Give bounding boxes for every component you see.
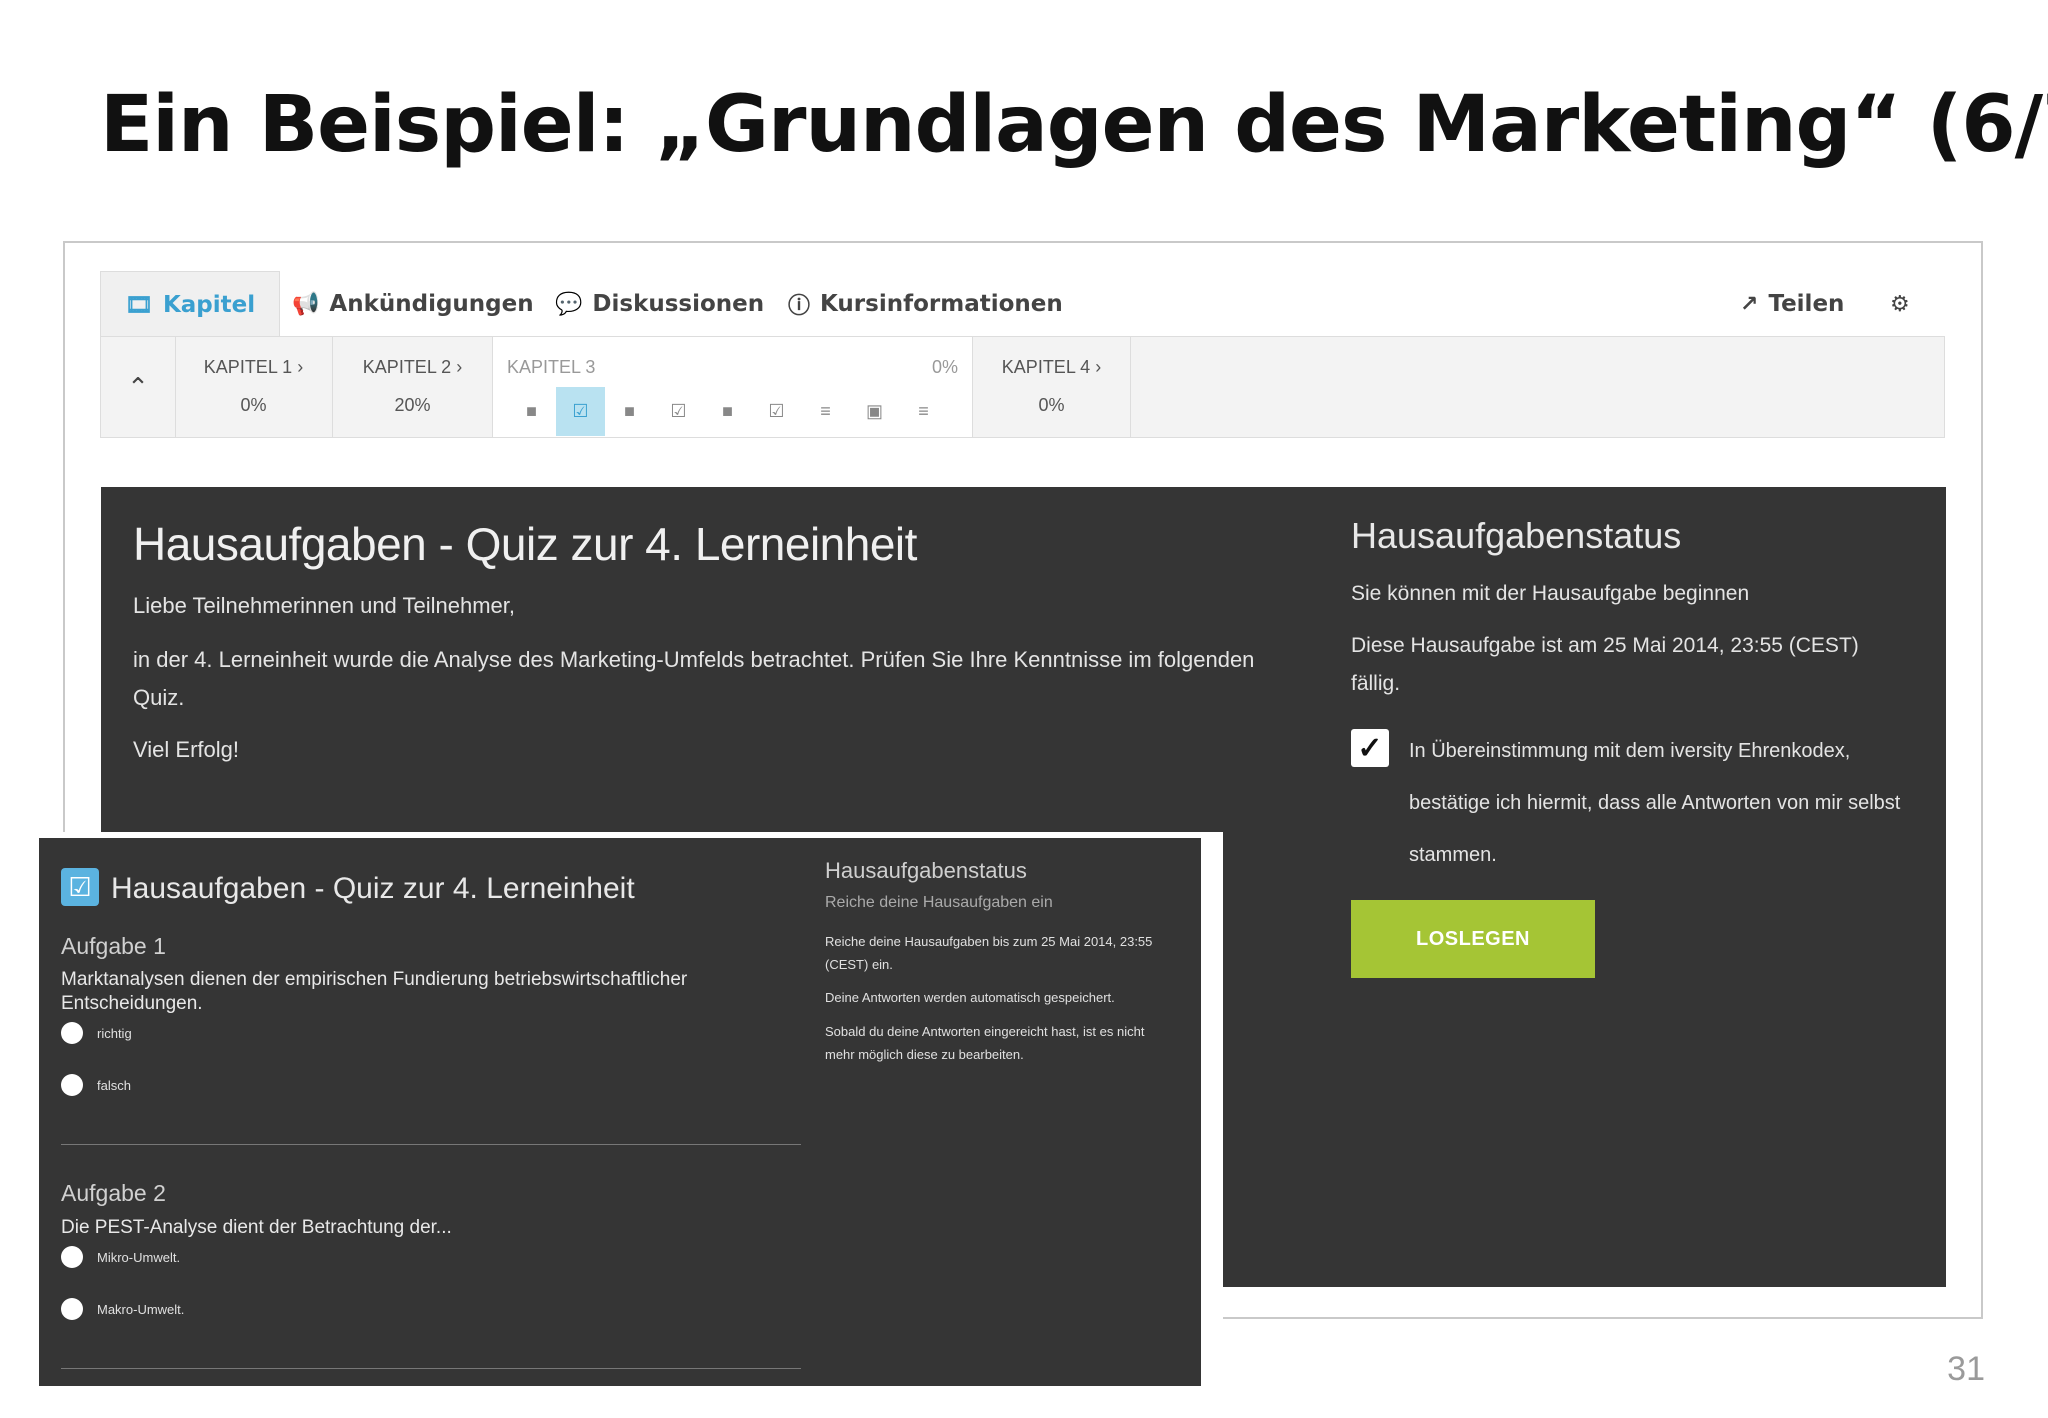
quiz-preview: ☑ Hausaufgaben - Quiz zur 4. Lerneinheit… xyxy=(39,838,1201,1386)
status-due-date: Diese Hausaufgabe ist am 25 Mai 2014, 23… xyxy=(1351,634,1859,695)
quiz-status-lock-note: Sobald du deine Antworten eingereicht ha… xyxy=(825,1024,1145,1062)
chapter-progress: 0% xyxy=(931,357,958,377)
chapter-2[interactable]: KAPITEL 2 › 20% xyxy=(333,337,493,437)
chapter-label: KAPITEL 3 xyxy=(507,357,596,377)
question-2-text: Die PEST-Analyse dient der Betrachtung d… xyxy=(61,1217,452,1238)
chapter-label: KAPITEL 2 xyxy=(362,357,452,377)
chapter-label: KAPITEL 1 xyxy=(203,357,293,377)
question-divider xyxy=(61,1144,801,1145)
share-button[interactable]: ↗ Teilen xyxy=(1740,271,1844,337)
question-divider xyxy=(61,1368,801,1369)
film-icon: 🎞 xyxy=(125,292,153,318)
tab-ankuendigungen[interactable]: 📢 Ankündigungen xyxy=(292,271,534,337)
homework-title: Hausaufgaben - Quiz zur 4. Lerneinheit xyxy=(133,518,917,570)
share-icon: ↗ xyxy=(1740,291,1759,317)
question-2-heading: Aufgabe 2 xyxy=(61,1180,166,1206)
chapter-3[interactable]: KAPITEL 3 0% ■ ☑ ■ ☑ ■ ☑ ≡ ▣ ≡ xyxy=(493,337,973,437)
quiz-status-autosave: Deine Antworten werden automatisch gespe… xyxy=(825,990,1115,1005)
unit-list: ■ ☑ ■ ☑ ■ ☑ ≡ ▣ ≡ xyxy=(507,387,948,436)
question-1-text: Marktanalysen dienen der empirischen Fun… xyxy=(61,969,688,1014)
chapter-navigation: ⌃ KAPITEL 1 › 0% KAPITEL 2 › 20% KAPITEL… xyxy=(100,336,1945,438)
checkmark-icon: ✓ xyxy=(1357,731,1383,765)
comment-icon: 💬 xyxy=(555,291,583,317)
radio-button[interactable] xyxy=(61,1022,83,1044)
chapter-4[interactable]: KAPITEL 4 › 0% xyxy=(973,337,1131,437)
unit-text-icon[interactable]: ≡ xyxy=(899,387,948,436)
quiz-status-subtitle: Reiche deine Hausaufgaben ein xyxy=(825,894,1053,911)
option-label: Mikro-Umwelt. xyxy=(97,1249,181,1265)
unit-video-icon[interactable]: ■ xyxy=(605,387,654,436)
option-label: Makro-Umwelt. xyxy=(97,1301,185,1317)
collapse-chapters-button[interactable]: ⌃ xyxy=(101,337,176,437)
option-label: falsch xyxy=(97,1077,131,1093)
chevron-right-icon: › xyxy=(456,357,463,377)
homework-description: in der 4. Lerneinheit wurde die Analyse … xyxy=(133,647,1255,710)
gear-icon: ⚙ xyxy=(1890,291,1910,317)
settings-button[interactable]: ⚙ xyxy=(1890,271,1910,337)
question-2-option-1[interactable]: Mikro-Umwelt. xyxy=(61,1246,180,1268)
question-2-option-2[interactable]: Makro-Umwelt. xyxy=(61,1298,184,1320)
radio-button[interactable] xyxy=(61,1298,83,1320)
course-tab-bar: 🎞 Kapitel 📢 Ankündigungen 💬 Diskussionen… xyxy=(100,271,1945,338)
honor-code-checkbox[interactable]: ✓ xyxy=(1351,729,1389,767)
chapter-label: KAPITEL 4 xyxy=(1001,357,1091,377)
tab-label: Diskussionen xyxy=(592,291,765,317)
chevron-right-icon: › xyxy=(297,357,304,377)
bullhorn-icon: 📢 xyxy=(292,291,320,317)
chapter-progress: 20% xyxy=(394,395,431,415)
honor-code-text: In Übereinstimmung mit dem iversity Ehre… xyxy=(1409,740,1901,866)
unit-video-icon[interactable]: ■ xyxy=(507,387,556,436)
unit-video-icon[interactable]: ■ xyxy=(703,387,752,436)
status-title: Hausaufgabenstatus xyxy=(1351,515,1682,556)
question-1-option-2[interactable]: falsch xyxy=(61,1074,131,1096)
chapter-progress: 0% xyxy=(240,395,267,415)
tab-diskussionen[interactable]: 💬 Diskussionen xyxy=(555,271,764,337)
page-number: 31 xyxy=(1947,1350,1985,1388)
tab-label: Ankündigungen xyxy=(329,291,534,317)
chapter-1[interactable]: KAPITEL 1 › 0% xyxy=(175,337,333,437)
quiz-preview-frame: ☑ Hausaufgaben - Quiz zur 4. Lerneinheit… xyxy=(33,832,1223,1392)
tab-label: Kapitel xyxy=(162,292,256,318)
unit-check-icon[interactable]: ☑ xyxy=(556,387,605,436)
slide-title: Ein Beispiel: „Grundlagen des Marketing“… xyxy=(100,80,2048,170)
radio-button[interactable] xyxy=(61,1074,83,1096)
unit-image-icon[interactable]: ▣ xyxy=(850,387,899,436)
quiz-check-icon: ☑ xyxy=(61,868,99,906)
chevron-right-icon: › xyxy=(1095,357,1102,377)
unit-check-icon[interactable]: ☑ xyxy=(752,387,801,436)
share-label: Teilen xyxy=(1768,291,1845,317)
status-line-1: Sie können mit der Hausaufgabe beginnen xyxy=(1351,582,1750,605)
quiz-status-deadline: Reiche deine Hausaufgaben bis zum 25 Mai… xyxy=(825,934,1153,972)
tab-kursinformationen[interactable]: ⓘ Kursinformationen xyxy=(788,271,1063,337)
radio-button[interactable] xyxy=(61,1246,83,1268)
quiz-status-title: Hausaufgabenstatus xyxy=(825,858,1027,883)
unit-text-icon[interactable]: ≡ xyxy=(801,387,850,436)
option-label: richtig xyxy=(97,1025,132,1041)
tab-kapitel[interactable]: 🎞 Kapitel xyxy=(100,271,281,338)
question-1-heading: Aufgabe 1 xyxy=(61,933,166,959)
question-1-option-1[interactable]: richtig xyxy=(61,1022,132,1044)
tab-label: Kursinformationen xyxy=(820,291,1063,317)
quiz-title: Hausaufgaben - Quiz zur 4. Lerneinheit xyxy=(111,872,635,905)
start-button[interactable]: LOSLEGEN xyxy=(1351,900,1595,978)
homework-closing: Viel Erfolg! xyxy=(133,737,239,762)
homework-greeting: Liebe Teilnehmerinnen und Teilnehmer, xyxy=(133,593,516,618)
unit-check-icon[interactable]: ☑ xyxy=(654,387,703,436)
chapter-progress: 0% xyxy=(1038,395,1065,415)
info-icon: ⓘ xyxy=(788,294,811,319)
chevron-up-icon: ⌃ xyxy=(127,371,149,402)
